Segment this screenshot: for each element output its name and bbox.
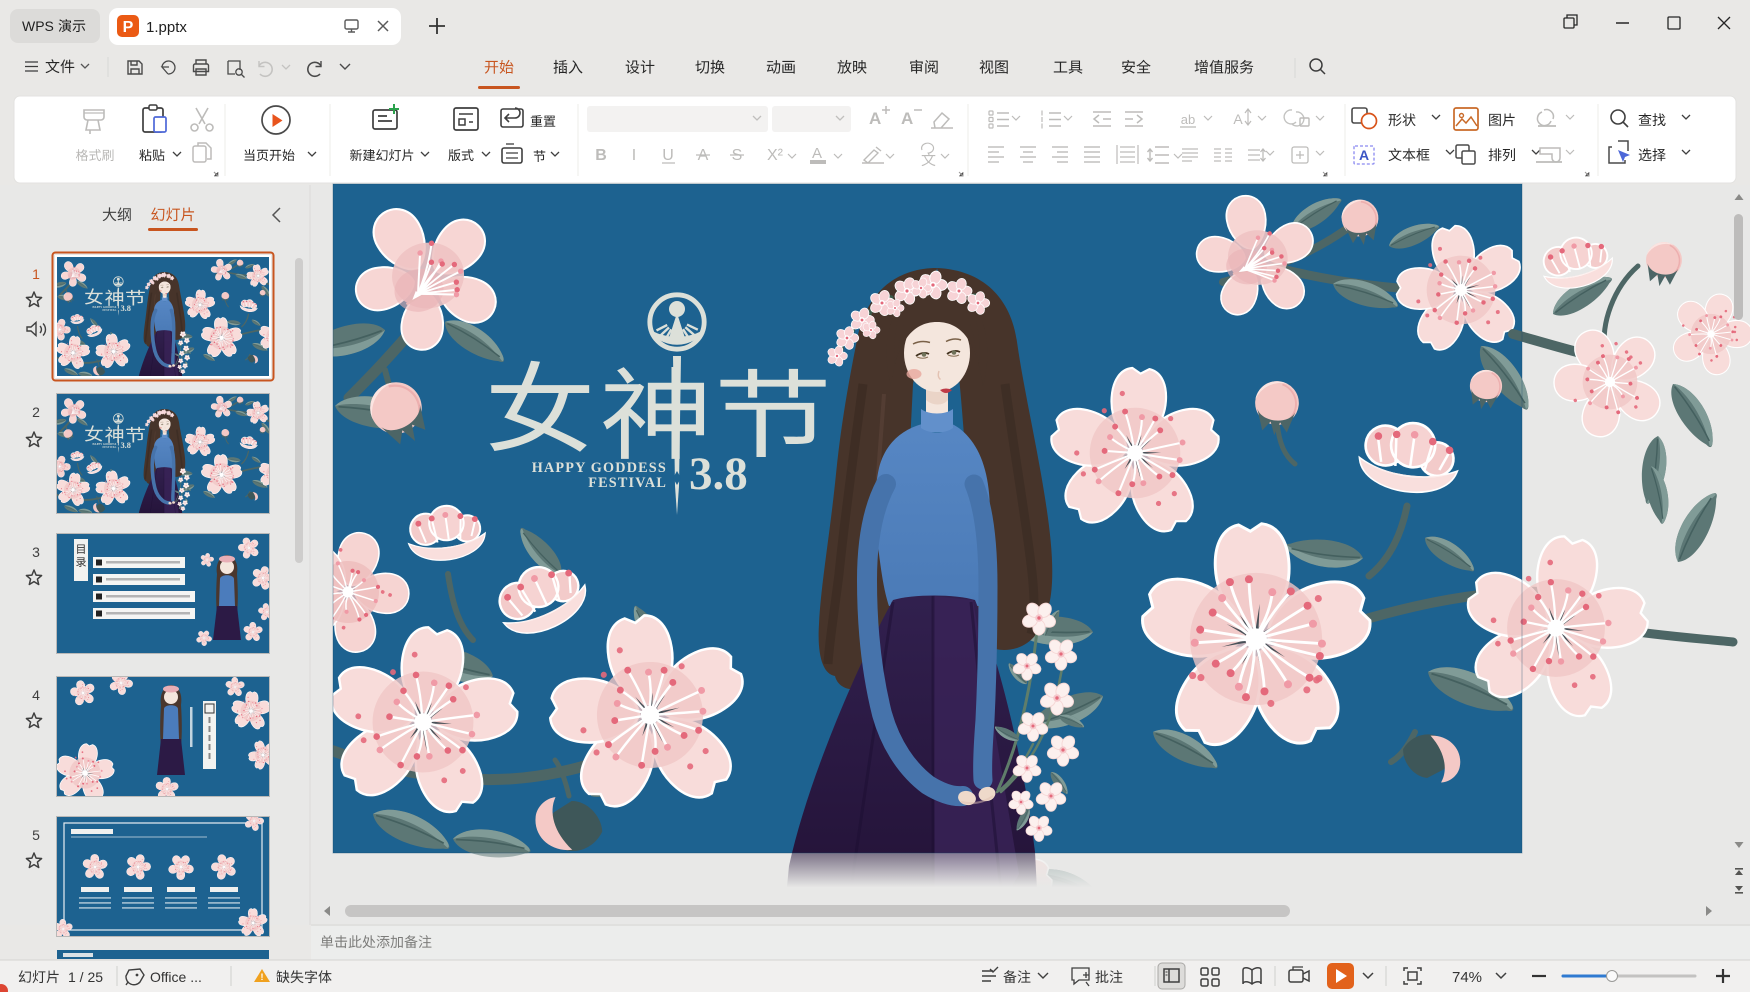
svg-text:A: A [1233, 111, 1243, 127]
svg-text:4: 4 [32, 687, 40, 703]
svg-text:A: A [869, 109, 881, 128]
svg-text:1.pptx: 1.pptx [146, 19, 187, 36]
svg-text:5: 5 [32, 827, 40, 843]
svg-text:U: U [662, 147, 674, 164]
svg-text:A: A [1359, 147, 1369, 163]
svg-text:74%: 74% [1452, 969, 1482, 986]
svg-text:P: P [123, 19, 134, 36]
svg-text:X²: X² [767, 147, 784, 164]
svg-text:I: I [632, 147, 636, 164]
svg-text:1: 1 [32, 266, 40, 282]
svg-text:B: B [595, 147, 607, 164]
svg-text:A: A [812, 145, 822, 162]
svg-text:WPS: WPS [22, 18, 54, 34]
svg-text:!: ! [261, 972, 264, 982]
svg-text:3: 3 [32, 544, 40, 560]
svg-text:A: A [901, 109, 913, 128]
svg-text:Office ...: Office ... [150, 969, 202, 985]
svg-text:ab: ab [1181, 112, 1195, 127]
svg-text:2: 2 [32, 404, 40, 420]
svg-text:1 / 25: 1 / 25 [68, 969, 103, 985]
